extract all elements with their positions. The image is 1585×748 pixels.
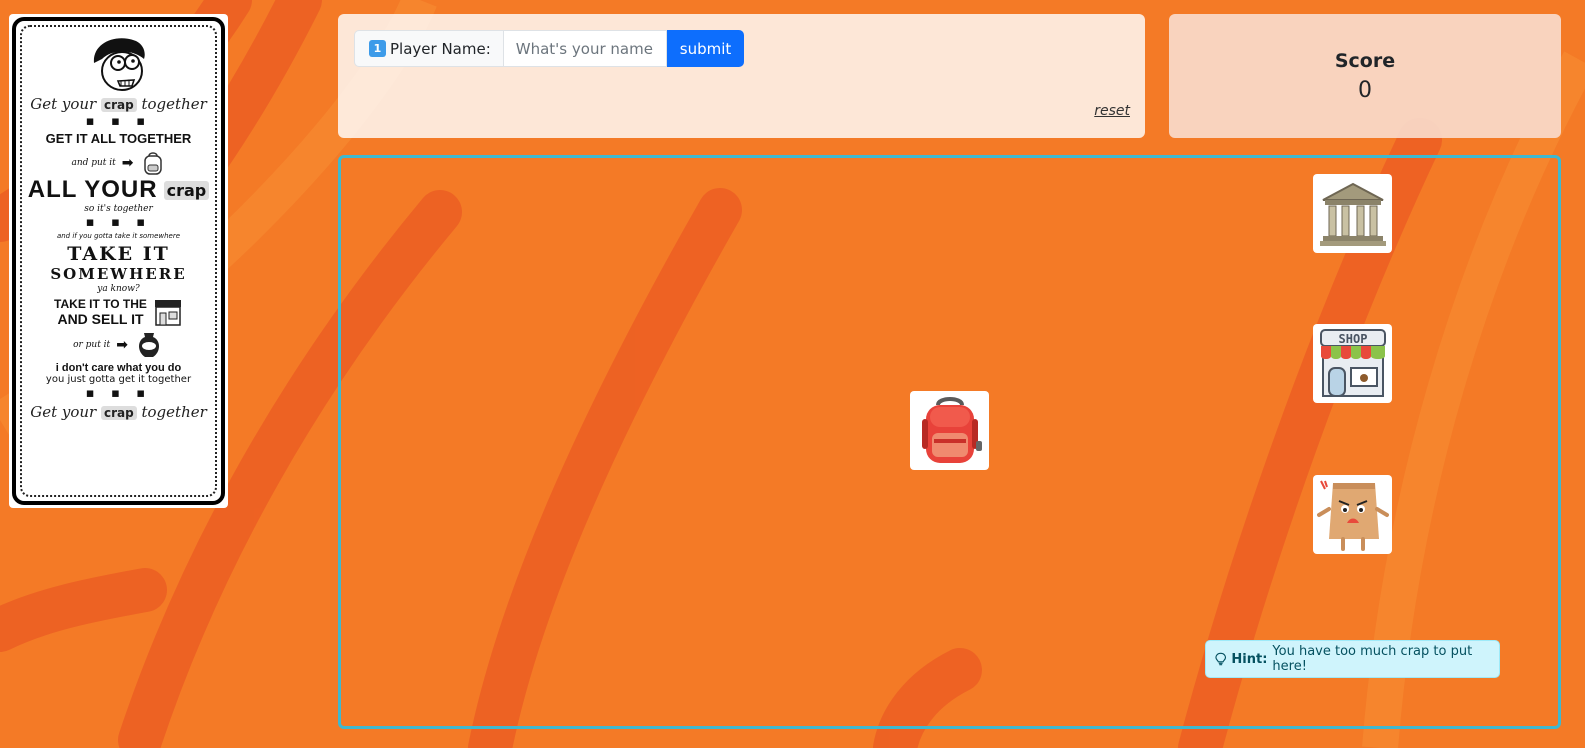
hint-alert: Hint: You have too much crap to put here… bbox=[1205, 640, 1500, 678]
backpack-mini-icon bbox=[143, 152, 162, 175]
player-card: 1 Player Name: submit reset bbox=[338, 14, 1145, 138]
poster-line: and put it bbox=[71, 158, 116, 168]
score-title: Score bbox=[1334, 50, 1396, 72]
shop-destination[interactable]: SHOP bbox=[1313, 324, 1392, 403]
arrow-icon: ➡ bbox=[116, 337, 128, 353]
poster-line: and if you gotta take it somewhere bbox=[56, 232, 181, 240]
shop-icon: SHOP bbox=[1319, 328, 1386, 397]
submit-button[interactable]: submit bbox=[666, 30, 745, 67]
poster-dots: ▪ ▪ ▪ bbox=[85, 215, 152, 230]
poster-line: you just gotta get it together bbox=[45, 374, 192, 385]
poster-line: or put it bbox=[73, 340, 111, 350]
player-name-group: 1 Player Name: submit bbox=[354, 30, 745, 67]
keycap-one-icon: 1 bbox=[369, 40, 386, 57]
motivational-poster: Get your crap together ▪ ▪ ▪ GET IT ALL … bbox=[9, 14, 228, 508]
hint-text: You have too much crap to put here! bbox=[1272, 644, 1473, 674]
poster-row: ALL YOUR crap bbox=[27, 176, 210, 204]
vase-mini-icon bbox=[138, 333, 159, 357]
score-value: 0 bbox=[1358, 78, 1372, 103]
player-name-label: 1 Player Name: bbox=[354, 30, 503, 67]
shop-mini-icon bbox=[154, 300, 181, 326]
backpack-item[interactable] bbox=[910, 391, 989, 470]
poster-row: and put it ➡ bbox=[71, 150, 165, 176]
poster-row: or put it ➡ bbox=[73, 330, 164, 360]
poster-line: GET IT ALL TOGETHER bbox=[45, 131, 192, 146]
cartoon-face-icon bbox=[93, 38, 145, 91]
lightbulb-icon bbox=[1215, 652, 1227, 666]
bank-icon bbox=[1319, 182, 1386, 246]
poster-line: Get your crap together bbox=[30, 403, 207, 421]
poster-line: SOMEWHERE bbox=[50, 265, 187, 283]
poster-line: i don't care what you do bbox=[55, 362, 182, 374]
poster-chip: crap bbox=[163, 180, 210, 200]
paper-bag-icon bbox=[1316, 480, 1389, 551]
poster-row: TAKE IT TO THE AND SELL IT bbox=[54, 297, 183, 327]
reset-link[interactable]: reset bbox=[1094, 103, 1130, 119]
poster-line: TAKE IT TO THE bbox=[54, 297, 147, 311]
paper-bag-destination[interactable] bbox=[1313, 475, 1392, 554]
player-name-input[interactable] bbox=[502, 30, 667, 67]
poster-line: Get your crap together bbox=[30, 95, 207, 113]
poster-line: ALL YOUR bbox=[27, 176, 158, 203]
hint-label: Hint: bbox=[1231, 651, 1268, 667]
backpack-icon bbox=[921, 396, 982, 463]
poster-line: AND SELL IT bbox=[57, 311, 144, 327]
bank-destination[interactable] bbox=[1313, 174, 1392, 253]
shop-sign-text: SHOP bbox=[1338, 332, 1367, 346]
arrow-icon: ➡ bbox=[121, 155, 134, 171]
poster-line: so it's together bbox=[84, 204, 153, 214]
poster-line: TAKE IT bbox=[67, 243, 170, 265]
poster-line: ya know? bbox=[97, 284, 140, 294]
poster-dots: ▪ ▪ ▪ bbox=[85, 114, 152, 129]
player-name-label-text: Player Name: bbox=[390, 39, 491, 58]
score-card: Score 0 bbox=[1169, 14, 1561, 138]
poster-dots: ▪ ▪ ▪ bbox=[85, 386, 152, 401]
